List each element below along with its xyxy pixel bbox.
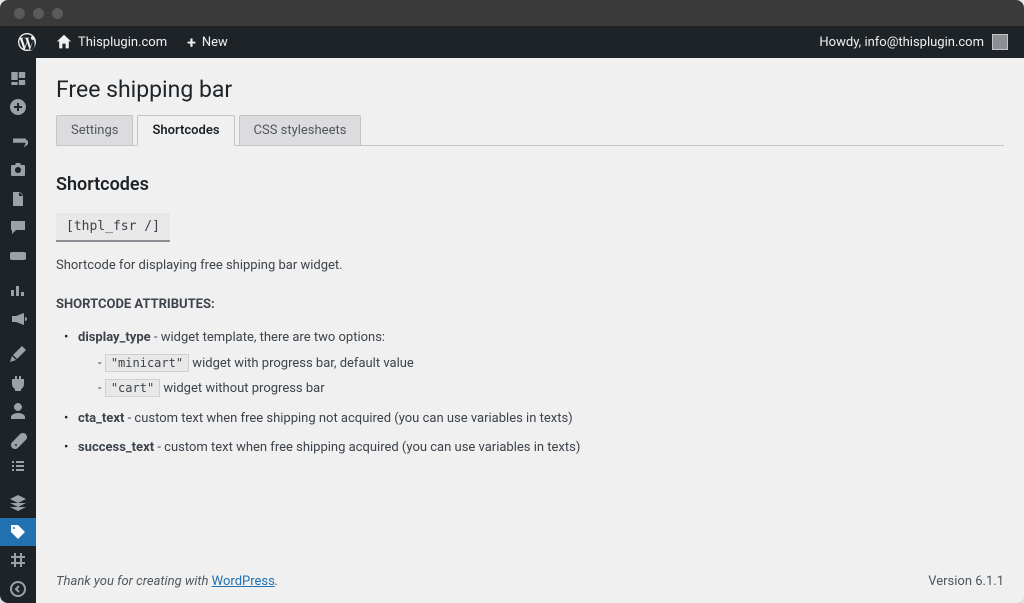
collapse-icon — [8, 579, 28, 599]
megaphone-icon — [8, 309, 28, 329]
site-name: Thisplugin.com — [78, 35, 167, 50]
attr-success-text: success_text - custom text when free shi… — [64, 438, 1004, 458]
window-dot[interactable] — [52, 8, 63, 19]
shortcode-code: [thpl_fsr /] — [56, 213, 170, 242]
tabs-nav: Settings Shortcodes CSS stylesheets — [56, 115, 1004, 146]
attr-option-code: "cart" — [105, 379, 160, 397]
menu-item-generic-2[interactable] — [0, 546, 36, 574]
layers-icon — [8, 493, 28, 513]
attr-option-text: widget without progress bar — [160, 381, 324, 396]
pages-icon — [8, 189, 28, 209]
page-title: Free shipping bar — [56, 58, 1004, 115]
comments-icon — [8, 217, 28, 237]
menu-analytics[interactable] — [0, 277, 36, 305]
media-icon — [8, 160, 28, 180]
admin-menu — [0, 58, 36, 603]
attr-name: display_type — [78, 330, 151, 345]
menu-item-generic-1[interactable] — [0, 489, 36, 517]
menu-tools[interactable] — [0, 426, 36, 454]
wp-logo-menu[interactable] — [8, 26, 46, 58]
menu-woocommerce[interactable] — [0, 241, 36, 269]
new-label: New — [202, 35, 228, 50]
tab-settings[interactable]: Settings — [56, 115, 133, 146]
attr-desc: - custom text when free shipping acquire… — [154, 440, 580, 455]
menu-posts[interactable] — [0, 128, 36, 156]
woo-icon — [8, 246, 28, 266]
menu-updates[interactable] — [0, 92, 36, 120]
user-icon — [8, 401, 28, 421]
admin-bar: Thisplugin.com + New Howdy, info@thisplu… — [0, 26, 1024, 58]
home-icon — [56, 34, 72, 50]
window-dot[interactable] — [14, 8, 25, 19]
menu-free-shipping-bar[interactable] — [0, 518, 36, 546]
attributes-heading: SHORTCODE ATTRIBUTES: — [56, 297, 1004, 312]
menu-appearance[interactable] — [0, 340, 36, 368]
wp-version: Version 6.1.1 — [928, 574, 1004, 589]
menu-collapse[interactable] — [0, 575, 36, 603]
window-dot[interactable] — [33, 8, 44, 19]
attributes-list: display_type - widget template, there ar… — [56, 328, 1004, 458]
attr-desc: - custom text when free shipping not acq… — [124, 411, 572, 426]
menu-media[interactable] — [0, 156, 36, 184]
tab-css-stylesheets[interactable]: CSS stylesheets — [239, 115, 362, 146]
attr-option-text: widget with progress bar, default value — [189, 356, 414, 371]
wordpress-icon — [18, 33, 36, 51]
attr-option: "minicart" widget with progress bar, def… — [98, 354, 1004, 374]
footer: Thank you for creating with WordPress. V… — [56, 556, 1004, 603]
attr-cta-text: cta_text - custom text when free shippin… — [64, 409, 1004, 429]
pin-icon — [8, 132, 28, 152]
window-titlebar — [0, 0, 1024, 26]
wordpress-link[interactable]: WordPress — [212, 574, 275, 589]
attr-desc: - widget template, there are two options… — [151, 330, 385, 345]
dashboard-icon — [8, 68, 28, 88]
plus-icon: + — [187, 33, 196, 52]
menu-marketing[interactable] — [0, 305, 36, 333]
section-title: Shortcodes — [56, 174, 1004, 195]
hash-icon — [8, 550, 28, 570]
attr-display-type: display_type - widget template, there ar… — [64, 328, 1004, 399]
site-home-link[interactable]: Thisplugin.com — [46, 26, 177, 58]
plugin-icon — [8, 373, 28, 393]
attr-option-code: "minicart" — [105, 354, 189, 372]
menu-plugins[interactable] — [0, 369, 36, 397]
shortcode-description: Shortcode for displaying free shipping b… — [56, 258, 1004, 273]
menu-dashboard[interactable] — [0, 64, 36, 92]
footer-thanks: Thank you for creating with — [56, 574, 212, 589]
menu-users[interactable] — [0, 397, 36, 425]
menu-comments[interactable] — [0, 213, 36, 241]
brush-icon — [8, 344, 28, 364]
analytics-icon — [8, 281, 28, 301]
tag-icon — [8, 522, 28, 542]
menu-settings[interactable] — [0, 454, 36, 482]
tab-shortcodes[interactable]: Shortcodes — [137, 115, 234, 146]
settings-icon — [8, 458, 28, 478]
attr-name: success_text — [78, 440, 154, 455]
update-icon — [8, 97, 28, 117]
new-content-menu[interactable]: + New — [177, 26, 238, 58]
menu-pages[interactable] — [0, 185, 36, 213]
wrench-icon — [8, 430, 28, 450]
attr-option: "cart" widget without progress bar — [98, 379, 1004, 399]
attr-name: cta_text — [78, 411, 124, 426]
avatar[interactable] — [992, 34, 1008, 50]
howdy-text[interactable]: Howdy, info@thisplugin.com — [819, 35, 984, 50]
